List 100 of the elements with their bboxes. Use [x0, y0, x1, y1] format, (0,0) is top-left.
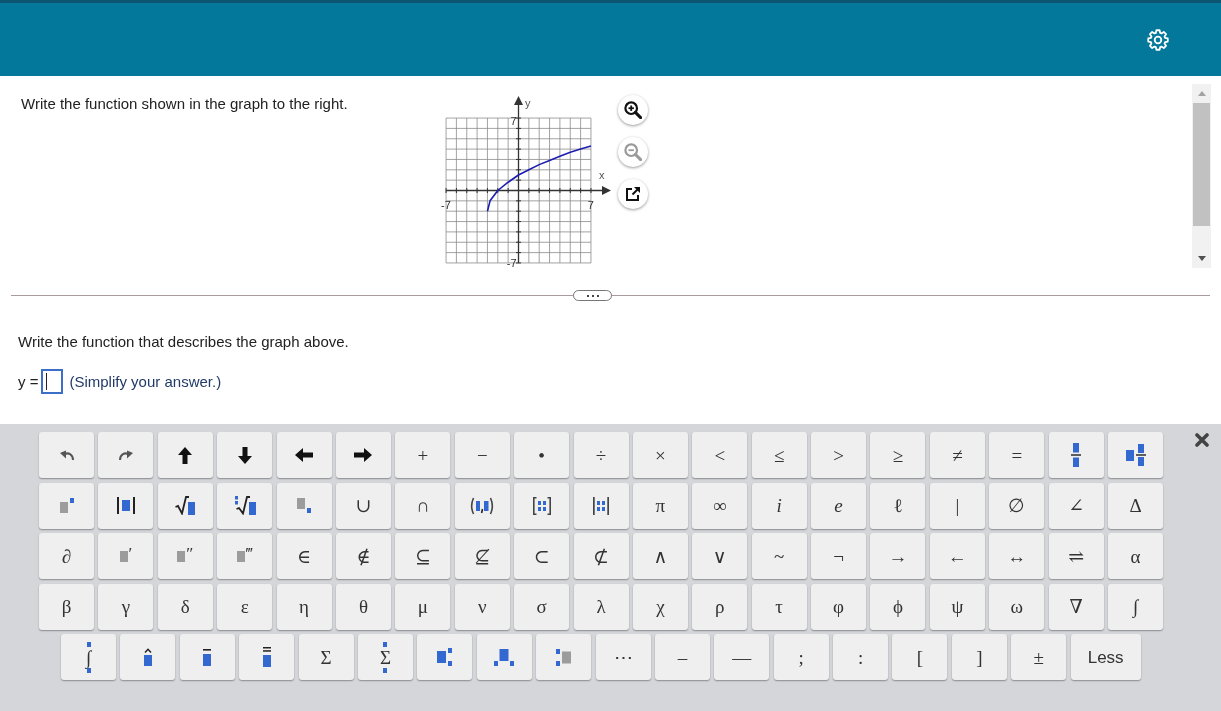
square-root-key[interactable]: [157, 482, 213, 529]
prime-key[interactable]: ′: [98, 533, 154, 579]
symbol-key[interactable]: γ: [98, 583, 154, 630]
symbol-key[interactable]: ←: [929, 533, 985, 579]
mixed-number-key[interactable]: [1108, 432, 1164, 478]
symbol-key[interactable]: >: [811, 432, 867, 478]
symbol-key[interactable]: –: [654, 634, 710, 680]
symbol-key[interactable]: χ: [632, 583, 688, 630]
symbol-key[interactable]: ≥: [870, 432, 926, 478]
symbol-key[interactable]: ±: [1011, 634, 1067, 680]
pop-out-button[interactable]: [618, 179, 648, 209]
symbol-key[interactable]: π: [632, 482, 688, 529]
less-button[interactable]: Less: [1070, 634, 1141, 680]
symbol-key[interactable]: ψ: [929, 583, 985, 630]
settings-icon[interactable]: [1147, 28, 1169, 51]
sub-superscript-key[interactable]: [417, 634, 473, 680]
symbol-key[interactable]: [: [892, 634, 948, 680]
bar-key[interactable]: [179, 634, 235, 680]
prime-key[interactable]: ″: [157, 533, 213, 579]
variable-key[interactable]: e: [811, 482, 867, 529]
symbol-key[interactable]: ∫: [1108, 583, 1164, 630]
splitter-handle[interactable]: [573, 290, 612, 301]
symbol-key[interactable]: •: [514, 432, 570, 478]
symbol-key[interactable]: μ: [395, 583, 451, 630]
absolute-value-key[interactable]: [98, 482, 154, 529]
symbol-key[interactable]: α: [1108, 533, 1164, 579]
left-scripts-key[interactable]: [536, 634, 592, 680]
symbol-key[interactable]: —: [714, 634, 770, 680]
symbol-key[interactable]: ∠: [1048, 482, 1104, 529]
symbol-key[interactable]: θ: [335, 583, 391, 630]
interval-key[interactable]: [454, 482, 510, 529]
scrollbar[interactable]: [1192, 84, 1211, 268]
zoom-in-button[interactable]: [618, 95, 648, 125]
symbol-key[interactable]: ≠: [929, 432, 985, 478]
symbol-key[interactable]: ν: [454, 583, 510, 630]
left-arrow-key[interactable]: [276, 432, 332, 478]
symbol-key[interactable]: ⇌: [1048, 533, 1104, 579]
symbol-key[interactable]: φ: [811, 583, 867, 630]
close-icon[interactable]: [1195, 433, 1209, 447]
lower-slots-key[interactable]: [476, 634, 532, 680]
symbol-key[interactable]: ∅: [989, 482, 1045, 529]
symbol-key[interactable]: →: [870, 533, 926, 579]
symbol-key[interactable]: ∨: [692, 533, 748, 579]
symbol-key[interactable]: ∧: [632, 533, 688, 579]
symbol-key[interactable]: ⊈: [454, 533, 510, 579]
down-triangle-icon[interactable]: [1197, 256, 1206, 261]
symbol-key[interactable]: ∪: [335, 482, 391, 529]
symbol-key[interactable]: ω: [989, 583, 1045, 630]
determinant-key[interactable]: [573, 482, 629, 529]
hat-key[interactable]: [120, 634, 176, 680]
symbol-key[interactable]: −: [454, 432, 510, 478]
matrix-key[interactable]: [514, 482, 570, 529]
symbol-key[interactable]: <: [692, 432, 748, 478]
symbol-key[interactable]: ⊄: [573, 533, 629, 579]
symbol-key[interactable]: |: [929, 482, 985, 529]
up-arrow-key[interactable]: [157, 432, 213, 478]
symbol-key[interactable]: ε: [217, 583, 273, 630]
symbol-key[interactable]: ≤: [751, 432, 807, 478]
symbol-key[interactable]: σ: [514, 583, 570, 630]
scrollbar-thumb[interactable]: [1193, 103, 1210, 226]
symbol-key[interactable]: ⊆: [395, 533, 451, 579]
symbol-key[interactable]: ⊂: [514, 533, 570, 579]
limits-key[interactable]: ∫: [61, 634, 116, 680]
symbol-key[interactable]: Δ: [1108, 482, 1164, 529]
symbol-key[interactable]: ÷: [573, 432, 629, 478]
symbol-key[interactable]: ⋯: [595, 634, 651, 680]
symbol-key[interactable]: λ: [573, 583, 629, 630]
symbol-key[interactable]: ]: [951, 634, 1007, 680]
answer-field[interactable]: [41, 369, 64, 394]
nth-root-key[interactable]: [217, 482, 273, 529]
symbol-key[interactable]: ∞: [692, 482, 748, 529]
symbol-key[interactable]: =: [989, 432, 1045, 478]
symbol-key[interactable]: ↔: [989, 533, 1045, 579]
symbol-key[interactable]: η: [276, 583, 332, 630]
symbol-key[interactable]: ρ: [692, 583, 748, 630]
symbol-key[interactable]: ∈: [276, 533, 332, 579]
symbol-key[interactable]: ∉: [335, 533, 391, 579]
symbol-key[interactable]: ϕ: [870, 583, 926, 630]
symbol-key[interactable]: β: [39, 583, 94, 630]
symbol-key[interactable]: +: [395, 432, 451, 478]
variable-key[interactable]: i: [751, 482, 807, 529]
fraction-key[interactable]: [1048, 432, 1104, 478]
prime-key[interactable]: ‴: [217, 533, 273, 579]
symbol-key[interactable]: ∩: [395, 482, 451, 529]
symbol-key[interactable]: δ: [157, 583, 213, 630]
right-arrow-key[interactable]: [335, 432, 391, 478]
symbol-key[interactable]: τ: [751, 583, 807, 630]
down-arrow-key[interactable]: [217, 432, 273, 478]
symbol-key[interactable]: ~: [751, 533, 807, 579]
double-bar-key[interactable]: [239, 634, 295, 680]
symbol-key[interactable]: ;: [773, 634, 829, 680]
symbol-key[interactable]: ¬: [811, 533, 867, 579]
symbol-key[interactable]: :: [833, 634, 889, 680]
symbol-key[interactable]: ℓ: [870, 482, 926, 529]
placeholder-box-icon: [119, 550, 128, 562]
symbol-key[interactable]: ∇: [1048, 583, 1104, 630]
limits-key[interactable]: Σ: [357, 634, 413, 680]
symbol-key[interactable]: Σ: [298, 634, 354, 680]
symbol-key[interactable]: ∂: [39, 533, 94, 579]
symbol-key[interactable]: ×: [632, 432, 688, 478]
